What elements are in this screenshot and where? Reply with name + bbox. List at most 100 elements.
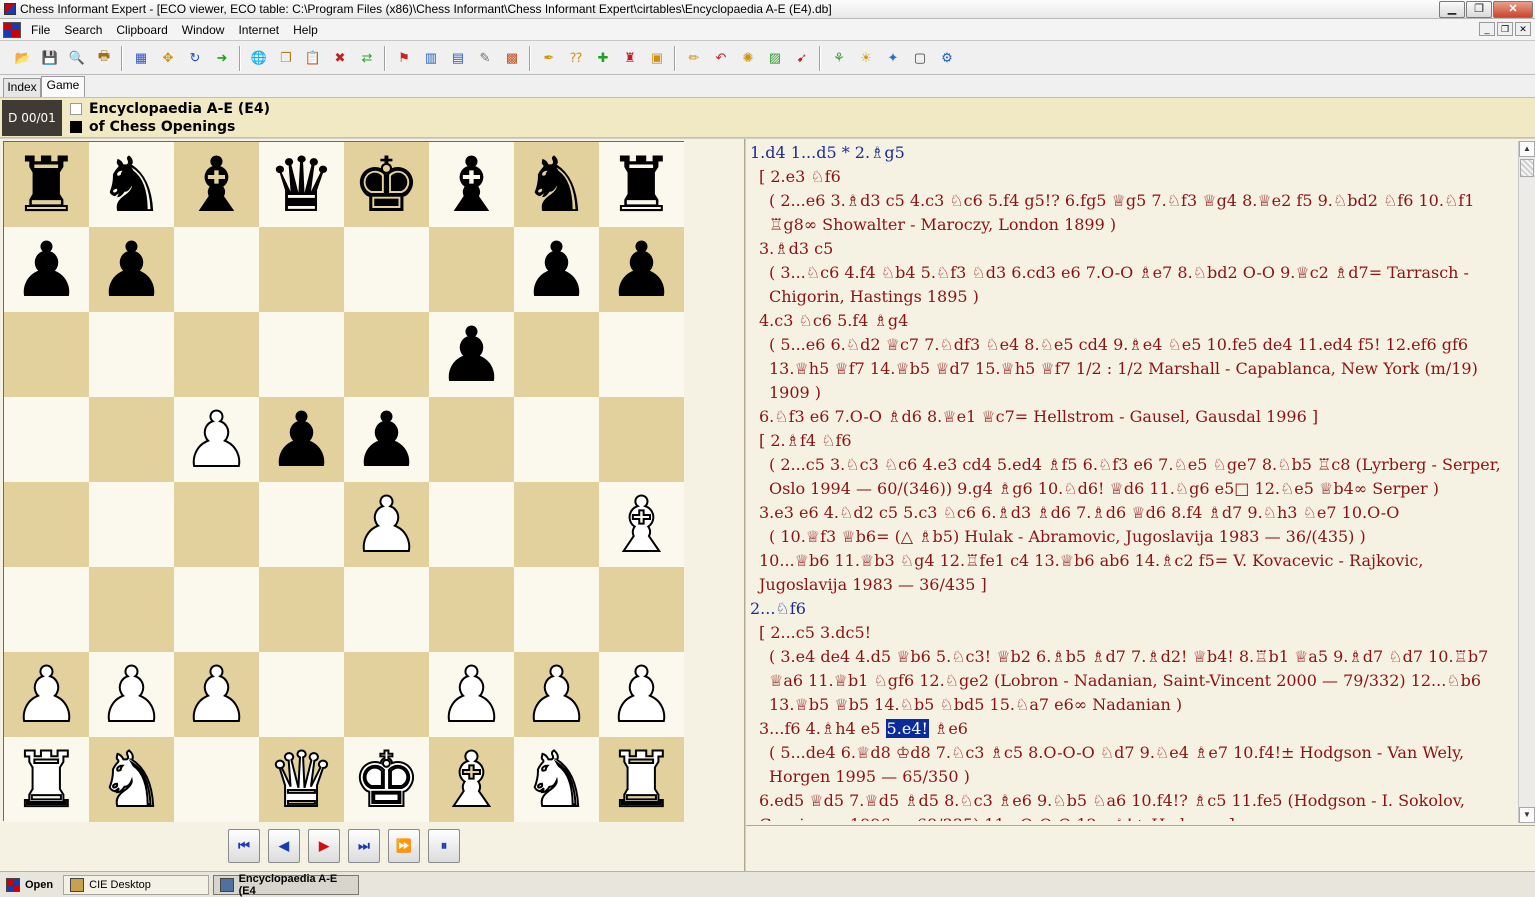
- white-pawn-icon[interactable]: ♟: [181, 655, 251, 733]
- white-knight-icon[interactable]: ♞: [96, 740, 166, 818]
- menu-file[interactable]: File: [25, 23, 58, 37]
- board-square[interactable]: [259, 312, 344, 397]
- board-square[interactable]: ♝: [599, 482, 684, 567]
- black-rook-icon[interactable]: ♜: [12, 146, 80, 223]
- board-square[interactable]: [174, 567, 259, 652]
- board-square[interactable]: ♝: [429, 142, 514, 227]
- board-square[interactable]: ♟: [259, 397, 344, 482]
- variation-line[interactable]: ♖g8∞ Showalter - Maroczy, London 1899 ): [746, 213, 1516, 237]
- variation-line[interactable]: 3.♗d3 c5: [746, 237, 1516, 261]
- prev-move-button[interactable]: ◀: [268, 829, 300, 863]
- current-move[interactable]: 5.e4!: [885, 719, 929, 738]
- white-rook-icon[interactable]: ♜: [11, 740, 81, 818]
- board-square[interactable]: [174, 482, 259, 567]
- board-square[interactable]: [599, 567, 684, 652]
- tab-game[interactable]: Game: [41, 76, 85, 97]
- board-square[interactable]: [429, 567, 514, 652]
- black-queen-icon[interactable]: ♛: [267, 146, 335, 223]
- menu-internet[interactable]: Internet: [232, 23, 287, 37]
- board-square[interactable]: ♟: [599, 227, 684, 312]
- variation-line[interactable]: Chigorin, Hastings 1895 ): [746, 285, 1516, 309]
- board-square[interactable]: ♟: [429, 652, 514, 737]
- black-pawn-icon[interactable]: ♟: [352, 401, 420, 478]
- board-square[interactable]: [514, 482, 599, 567]
- board-square[interactable]: ♟: [89, 652, 174, 737]
- board-square[interactable]: ♟: [514, 227, 599, 312]
- task-cie-desktop[interactable]: CIE Desktop: [63, 874, 210, 895]
- plus-icon[interactable]: ✚: [592, 47, 614, 69]
- network-icon[interactable]: ⚘: [828, 47, 850, 69]
- variation-line[interactable]: ( 5...de4 6.♕d8 ♔d8 7.♘c3 ♗c5 8.O-O-O ♘d…: [746, 741, 1516, 765]
- variation-line[interactable]: ♕a6 11.♕b1 ♘gf6 12.♘ge2 (Lobron - Nadani…: [746, 669, 1516, 693]
- board-square[interactable]: [4, 482, 89, 567]
- menu-help[interactable]: Help: [287, 23, 326, 37]
- columns2-icon[interactable]: ▤: [447, 47, 469, 69]
- black-bishop-icon[interactable]: ♝: [437, 146, 505, 223]
- variation-line[interactable]: 13.♕h5 ♕f7 14.♕b5 ♕d7 15.♕h5 ♕f7 1/2 : 1…: [746, 357, 1516, 381]
- board-square[interactable]: ♟: [344, 397, 429, 482]
- open-button[interactable]: Open: [0, 875, 59, 895]
- notation-scrollbar[interactable]: ▲ ▼: [1518, 141, 1535, 823]
- board-square[interactable]: [599, 397, 684, 482]
- board-square[interactable]: ♚: [344, 737, 429, 822]
- board-square[interactable]: ♜: [599, 142, 684, 227]
- board-square[interactable]: ♟: [174, 397, 259, 482]
- black-knight-icon[interactable]: ♞: [97, 146, 165, 223]
- board-square[interactable]: [514, 397, 599, 482]
- white-pawn-icon[interactable]: ♟: [181, 400, 251, 478]
- board-square[interactable]: [259, 567, 344, 652]
- board-square[interactable]: [344, 312, 429, 397]
- close-icon[interactable]: ✕: [1493, 1, 1533, 18]
- board-square[interactable]: [259, 482, 344, 567]
- board-square[interactable]: ♟: [174, 652, 259, 737]
- first-move-button[interactable]: ⏮: [228, 829, 260, 863]
- board-square[interactable]: ♝: [429, 737, 514, 822]
- black-knight-icon[interactable]: ♞: [522, 146, 590, 223]
- board-square[interactable]: ♝: [174, 142, 259, 227]
- variation-line[interactable]: ( 2...e6 3.♗d3 c5 4.c3 ♘c6 5.f4 g5!? 6.f…: [746, 189, 1516, 213]
- board-square[interactable]: ♞: [89, 737, 174, 822]
- board-square[interactable]: ♟: [344, 482, 429, 567]
- board-square[interactable]: [89, 567, 174, 652]
- board-square[interactable]: [259, 227, 344, 312]
- black-pawn-icon[interactable]: ♟: [97, 231, 165, 308]
- black-bishop-icon[interactable]: ♝: [182, 146, 250, 223]
- autoplay-button[interactable]: ⏩: [388, 829, 420, 863]
- globe-icon[interactable]: 🌐: [248, 47, 270, 69]
- scroll-thumb[interactable]: [1520, 159, 1534, 177]
- sun-icon[interactable]: ☀: [855, 47, 877, 69]
- white-pawn-icon[interactable]: ♟: [351, 485, 421, 563]
- variation-line[interactable]: ( 5...e6 6.♘d2 ♕c7 7.♘df3 ♘e4 8.♘e5 cd4 …: [746, 333, 1516, 357]
- next-move-button[interactable]: ▶: [308, 829, 340, 863]
- board-square[interactable]: ♚: [344, 142, 429, 227]
- print-icon[interactable]: 🖶: [93, 47, 115, 69]
- white-pawn-icon[interactable]: ♟: [606, 655, 676, 733]
- board-square[interactable]: ♟: [599, 652, 684, 737]
- variation-line[interactable]: 6.ed5 ♕d5 7.♕d5 ♗d5 8.♘c3 ♗e6 9.♘b5 ♘a6 …: [746, 789, 1516, 813]
- window-icon[interactable]: ▢: [909, 47, 931, 69]
- board-square[interactable]: ♛: [259, 142, 344, 227]
- black-pawn-icon[interactable]: ♟: [607, 231, 675, 308]
- mdi-close-icon[interactable]: ✕: [1515, 22, 1531, 36]
- board-square[interactable]: [514, 567, 599, 652]
- comment-area[interactable]: [746, 825, 1535, 871]
- board-square[interactable]: [89, 482, 174, 567]
- tree-icon[interactable]: ▦: [130, 47, 152, 69]
- variation-line[interactable]: [ 2.e3 ♘f6: [746, 165, 1516, 189]
- variation-line[interactable]: 3...f6 4.♗h4 e5 5.e4! ♗e6: [746, 717, 1516, 741]
- archive-icon[interactable]: ▣: [646, 47, 668, 69]
- board-square[interactable]: [599, 312, 684, 397]
- board-square[interactable]: ♟: [429, 312, 514, 397]
- mainline-move[interactable]: 1.d4 1...d5 * 2.♗g5: [746, 141, 1516, 165]
- board-square[interactable]: ♜: [4, 142, 89, 227]
- menu-search[interactable]: Search: [58, 23, 110, 37]
- mdi-restore-icon[interactable]: ❐: [1497, 22, 1513, 36]
- variation-line[interactable]: ( 10.♕f3 ♕b6= (△ ♗b5) Hulak - Abramovic,…: [746, 525, 1516, 549]
- board-square[interactable]: [429, 227, 514, 312]
- white-bishop-icon[interactable]: ♝: [606, 485, 676, 563]
- search-db-icon[interactable]: 🔍: [66, 47, 88, 69]
- black-pawn-icon[interactable]: ♟: [12, 231, 80, 308]
- notes-icon[interactable]: ✎: [474, 47, 496, 69]
- board-square[interactable]: [174, 227, 259, 312]
- board-square[interactable]: ♜: [4, 737, 89, 822]
